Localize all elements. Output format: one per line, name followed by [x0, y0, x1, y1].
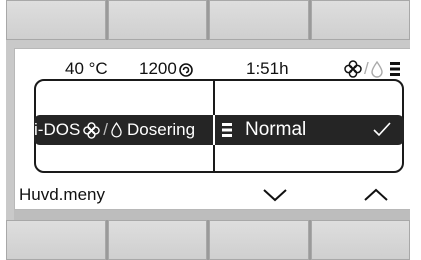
indicator-separator: / [364, 59, 369, 78]
temperature-readout: 40 °C [65, 59, 108, 78]
fan-icon [83, 121, 101, 139]
drop-icon [111, 122, 122, 138]
scroll-down-button[interactable] [259, 183, 291, 207]
display-bottom-strip [14, 210, 410, 220]
bottom-softkey-4[interactable] [310, 220, 410, 260]
option-label-suffix: Dosering [127, 120, 196, 139]
footer-bar: Huvd.meny [15, 181, 410, 209]
top-softkey-row [6, 0, 410, 40]
scroll-up-button[interactable] [360, 183, 392, 207]
bottom-softkey-row [6, 220, 410, 260]
bottom-softkey-1[interactable] [6, 220, 106, 260]
check-icon [373, 122, 391, 137]
option-current-value: Normal [245, 119, 307, 140]
bottom-softkey-3[interactable] [209, 220, 309, 260]
appliance-screen: 40 °C 1200 1:51h / i-DOS / Dosering Norm… [6, 0, 410, 260]
top-softkey-3[interactable] [209, 0, 309, 40]
option-value[interactable]: Normal [215, 115, 404, 145]
dosing-option-row[interactable]: i-DOS / Dosering Normal [34, 115, 404, 145]
main-menu-link[interactable]: Huvd.meny [19, 185, 105, 205]
spin-speed-readout: 1200 [139, 59, 194, 79]
option-label: i-DOS / Dosering [34, 115, 213, 145]
bottom-softkey-2[interactable] [107, 220, 207, 260]
chevron-up-icon [364, 188, 388, 201]
fan-icon [344, 60, 362, 78]
option-label-prefix: i-DOS [34, 120, 81, 139]
option-label-separator: / [103, 120, 109, 139]
chevron-down-icon [263, 189, 287, 202]
status-bar: 40 °C 1200 1:51h / [15, 59, 410, 81]
drop-icon [371, 60, 383, 78]
level-bars-icon [222, 123, 232, 137]
top-softkey-1[interactable] [6, 0, 106, 40]
spin-speed-value: 1200 [139, 59, 177, 78]
spin-icon [179, 62, 193, 77]
dosing-options-indicator: / [344, 59, 401, 79]
top-softkey-2[interactable] [107, 0, 207, 40]
main-display: 40 °C 1200 1:51h / i-DOS / Dosering Norm… [14, 48, 410, 210]
top-softkey-4[interactable] [310, 0, 410, 40]
time-remaining-readout: 1:51h [246, 59, 289, 78]
level-bars-icon [389, 62, 400, 76]
